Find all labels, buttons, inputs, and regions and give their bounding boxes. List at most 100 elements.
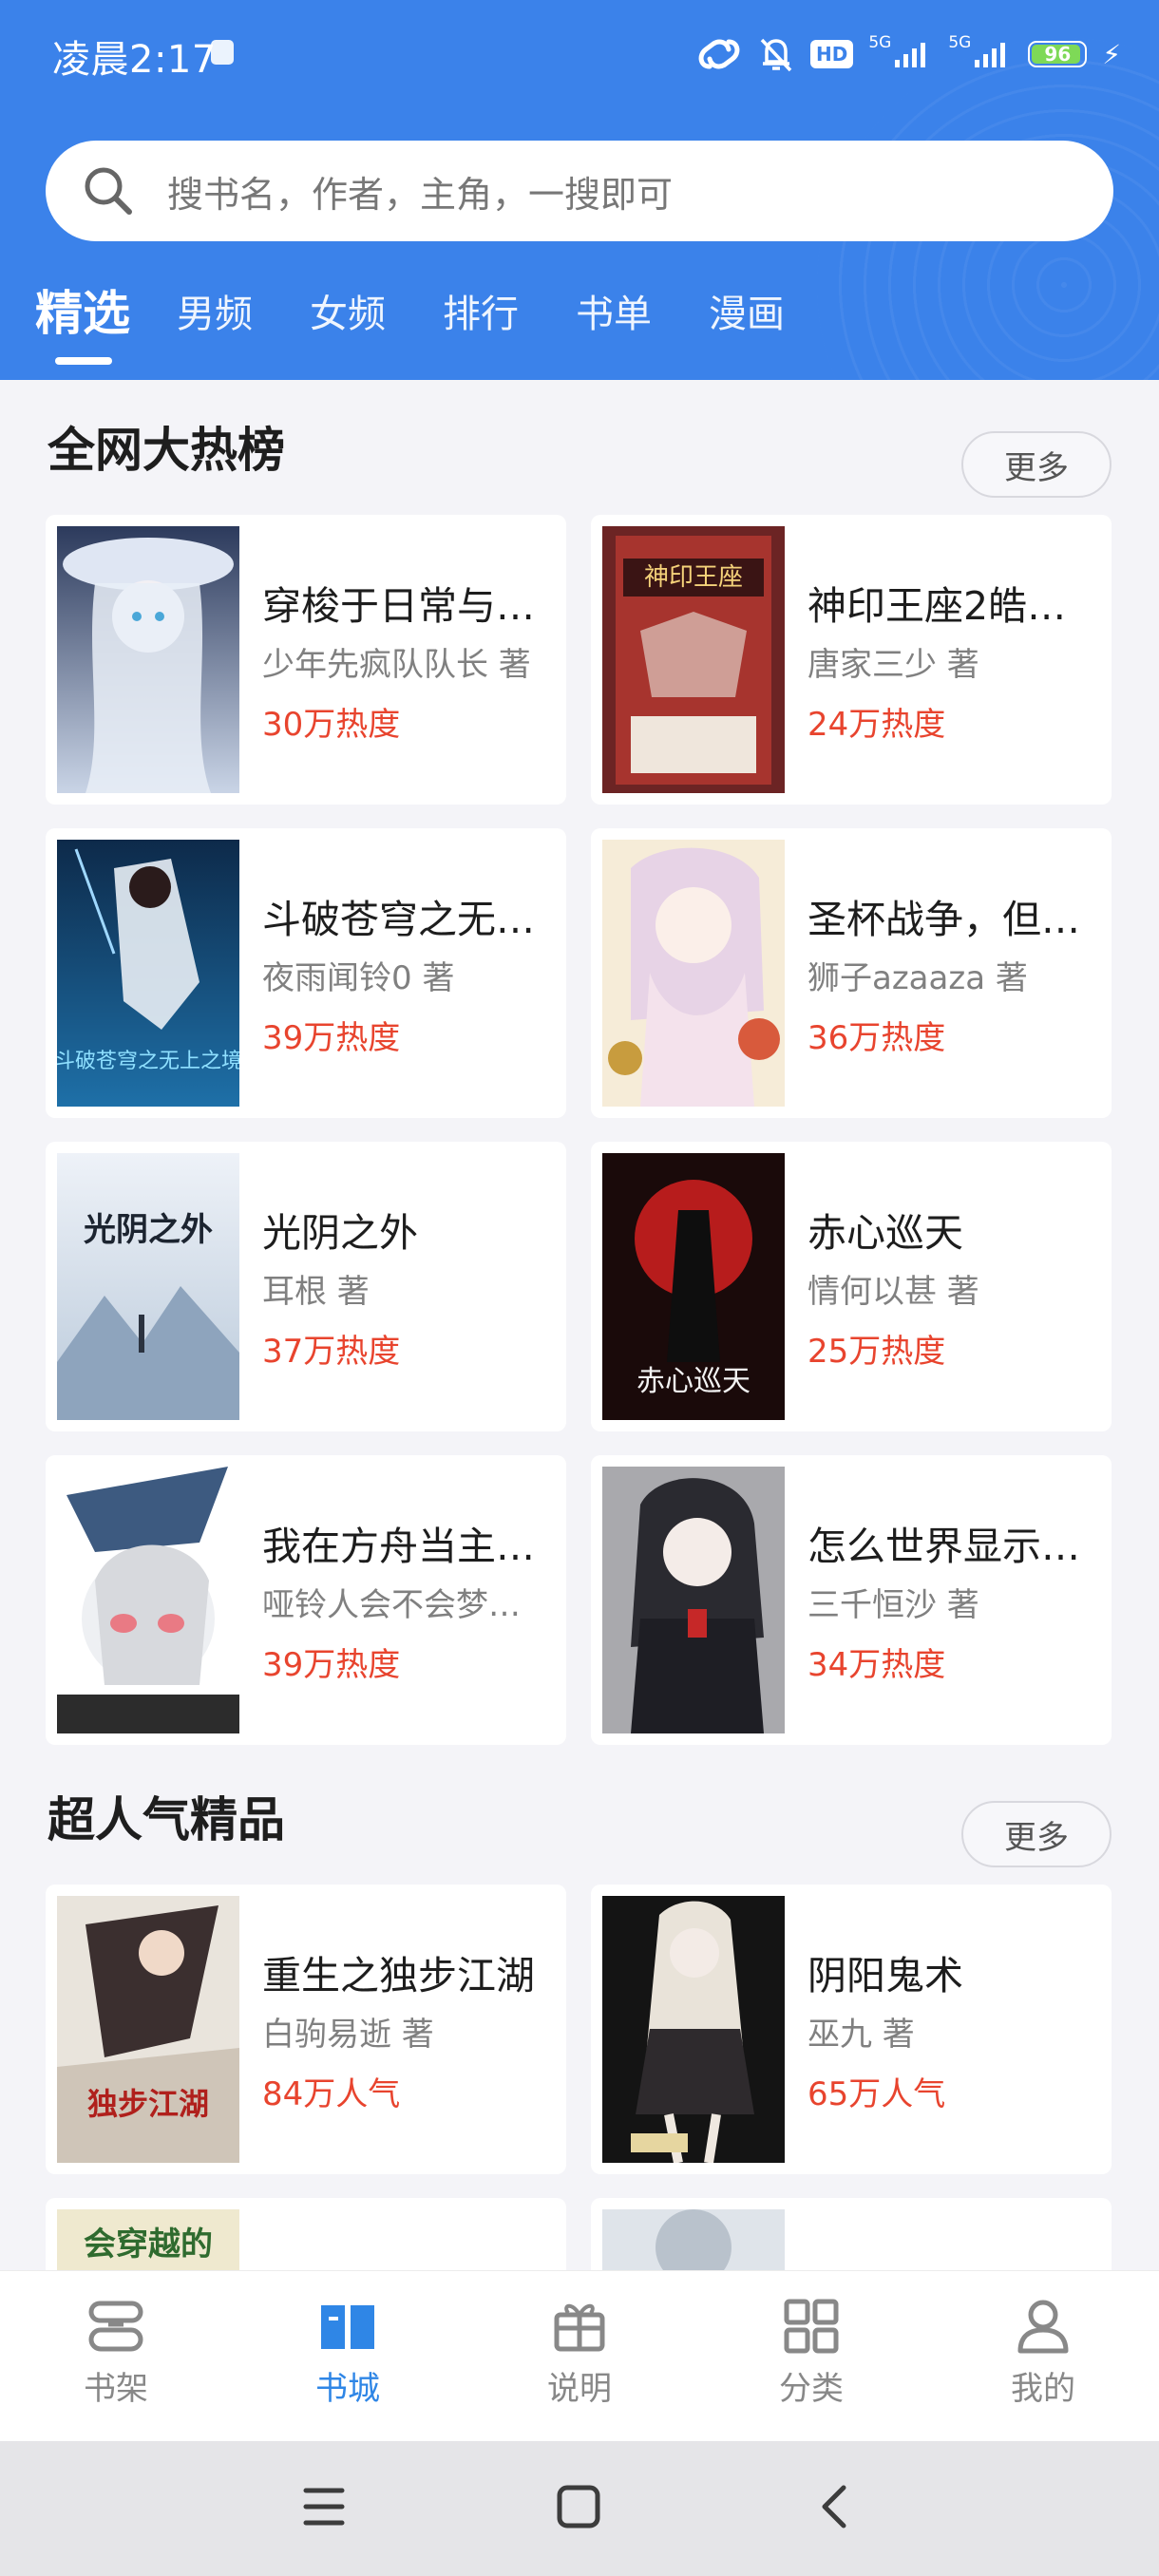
app-header: 凌晨2:17 HD 5G 5G 96 ⚡ 搜书名，作者，主角，一搜即可 精选 男… [0, 0, 1159, 380]
cover-text: 赤心巡天 [636, 1365, 750, 1398]
signal-icon-2 [975, 43, 1006, 67]
book-heat: 25万热度 [808, 1333, 946, 1371]
book-cover [602, 840, 785, 1107]
charging-icon: ⚡ [1102, 38, 1121, 70]
mute-bell-icon [760, 38, 792, 72]
notification-icon [211, 40, 234, 65]
bottom-navigation: 书架 书城 说明 分类 我的 [0, 2270, 1159, 2442]
book-heat: 30万热度 [262, 706, 401, 744]
book-cover: 光阴之外 [57, 1153, 239, 1420]
book-author: 狮子azaaza 著 [808, 959, 1028, 997]
book-card[interactable]: 神印王座 神印王座2皓… 唐家三少 著 24万热度 [591, 515, 1112, 805]
book-card[interactable]: 光阴之外 光阴之外 耳根 著 37万热度 [46, 1142, 566, 1431]
nav-bookstore[interactable]: 书城 [232, 2271, 464, 2442]
book-title: 我在方舟当主… [262, 1524, 535, 1569]
tab-male[interactable]: 男频 [177, 283, 253, 338]
section-title: 全网大热榜 [48, 423, 285, 478]
gift-icon [554, 2303, 605, 2352]
book-heat: 39万热度 [262, 1646, 401, 1684]
nav-label: 分类 [779, 2370, 844, 2408]
book-title: 斗破苍穹之无… [262, 897, 535, 942]
book-cover [57, 526, 239, 793]
nav-label: 我的 [1011, 2370, 1075, 2408]
book-author: 唐家三少 著 [808, 646, 979, 684]
book-card[interactable]: 斗破苍穹之无上之境 斗破苍穹之无… 夜雨闻铃0 著 39万热度 [46, 828, 566, 1118]
nav-label: 书架 [84, 2370, 148, 2408]
book-card[interactable]: 我在方舟当主… 哑铃人会不会梦… 39万热度 [46, 1455, 566, 1745]
section-header-hot: 全网大热榜 更多 [0, 399, 1159, 498]
book-open-icon [321, 2305, 374, 2349]
book-author: 三千恒沙 著 [808, 1586, 979, 1624]
nav-bookshelf[interactable]: 书架 [0, 2271, 232, 2442]
nav-categories[interactable]: 分类 [695, 2271, 927, 2442]
cover-text: 神印王座 [644, 563, 743, 592]
cover-text: 独步江湖 [87, 2086, 209, 2122]
book-card[interactable]: 怎么世界显示… 三千恒沙 著 34万热度 [591, 1455, 1112, 1745]
category-tabs: 精选 男频 女频 排行 书单 漫画 [0, 274, 1159, 369]
battery-indicator: 96 [1028, 41, 1088, 67]
nav-label: 说明 [547, 2370, 612, 2408]
status-icons: HD 5G 5G 96 ⚡ [696, 30, 1121, 78]
book-card[interactable]: 赤心巡天 赤心巡天 情何以甚 著 25万热度 [591, 1142, 1112, 1431]
book-card[interactable]: 独步江湖 重生之独步江湖 白驹易逝 著 84万人气 [46, 1885, 566, 2174]
network-type-2: 5G [948, 33, 972, 52]
book-author: 夜雨闻铃0 著 [262, 959, 455, 997]
section-header-popular: 超人气精品 更多 [0, 1769, 1159, 1867]
book-heat: 24万热度 [808, 706, 946, 744]
book-card[interactable]: 阴阳鬼术 巫九 著 65万人气 [591, 1885, 1112, 2174]
cover-text: 会穿越的 [84, 2226, 213, 2263]
nav-profile[interactable]: 我的 [927, 2271, 1159, 2442]
home-icon[interactable] [555, 2483, 602, 2530]
tab-comics[interactable]: 漫画 [709, 283, 785, 338]
network-type-1: 5G [868, 33, 892, 52]
book-cover: 神印王座 [602, 526, 785, 793]
grid-icon [784, 2299, 839, 2354]
status-time: 凌晨2:17 [52, 38, 217, 82]
book-heat: 84万人气 [262, 2075, 401, 2113]
book-title: 阴阳鬼术 [808, 1953, 963, 1998]
book-title: 重生之独步江湖 [262, 1953, 535, 1998]
book-heat: 65万人气 [808, 2075, 946, 2113]
back-icon[interactable] [815, 2483, 853, 2530]
tab-booklist[interactable]: 书单 [576, 283, 652, 338]
book-title: 光阴之外 [262, 1210, 418, 1256]
user-icon [1017, 2300, 1069, 2354]
book-cover [602, 1896, 785, 2163]
nav-instructions[interactable]: 说明 [464, 2271, 695, 2442]
search-icon [85, 167, 132, 215]
book-cover: 独步江湖 [57, 1896, 239, 2163]
book-cover [57, 1467, 239, 1733]
hd-badge: HD [809, 40, 854, 68]
book-author: 哑铃人会不会梦… [262, 1586, 521, 1624]
tab-indicator [55, 357, 112, 365]
nav-label: 书城 [315, 2370, 380, 2408]
book-cover: 赤心巡天 [602, 1153, 785, 1420]
book-heat: 34万热度 [808, 1646, 946, 1684]
book-author: 情何以甚 著 [808, 1273, 979, 1311]
book-cover [602, 1467, 785, 1733]
system-navigation-bar [0, 2441, 1159, 2576]
cover-text: 斗破苍穹之无上之境 [57, 1050, 239, 1073]
book-author: 耳根 著 [262, 1273, 370, 1311]
book-card[interactable]: 圣杯战争，但… 狮子azaaza 著 36万热度 [591, 828, 1112, 1118]
book-title: 圣杯战争，但… [808, 897, 1080, 942]
book-title: 怎么世界显示… [808, 1524, 1080, 1569]
search-bar[interactable]: 搜书名，作者，主角，一搜即可 [46, 141, 1113, 241]
book-heat: 39万热度 [262, 1019, 401, 1057]
tab-featured[interactable]: 精选 [35, 275, 130, 344]
book-cover: 斗破苍穹之无上之境 [57, 840, 239, 1107]
more-button[interactable]: 更多 [961, 431, 1112, 498]
menu-icon[interactable] [302, 2483, 346, 2530]
cover-text: 光阴之外 [84, 1211, 213, 1249]
book-heat: 37万热度 [262, 1333, 401, 1371]
more-button[interactable]: 更多 [961, 1801, 1112, 1867]
book-author: 巫九 著 [808, 2016, 915, 2054]
tab-ranking[interactable]: 排行 [443, 283, 519, 338]
book-card[interactable]: 穿梭于日常与… 少年先疯队队长 著 30万热度 [46, 515, 566, 805]
search-placeholder: 搜书名，作者，主角，一搜即可 [167, 173, 674, 216]
book-title: 赤心巡天 [808, 1210, 963, 1256]
book-title: 神印王座2皓… [808, 583, 1067, 629]
signal-icon [895, 43, 926, 67]
tab-female[interactable]: 女频 [310, 283, 386, 338]
book-title: 穿梭于日常与… [262, 583, 535, 629]
